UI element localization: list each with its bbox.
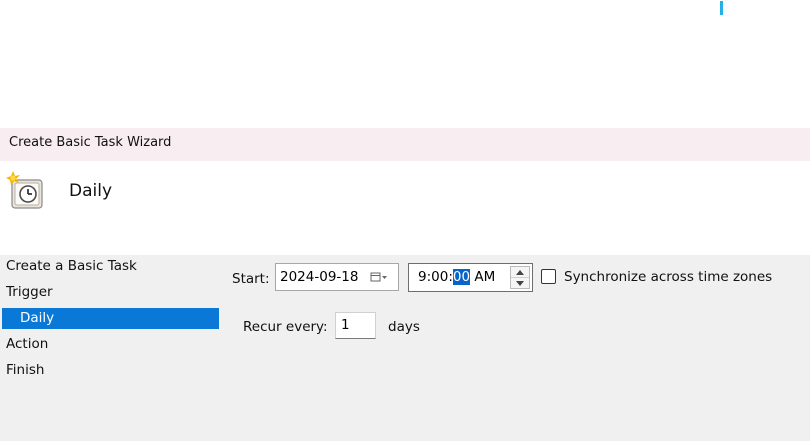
page-title: Daily — [69, 181, 113, 201]
sync-time-zones-label[interactable]: Synchronize across time zones — [564, 269, 772, 285]
nav-item-create-basic-task[interactable]: Create a Basic Task — [6, 258, 137, 274]
time-spin-down-button[interactable] — [511, 278, 529, 288]
start-time-value: 9:00:00 AM — [418, 269, 495, 285]
chevron-up-icon — [516, 269, 524, 275]
recur-unit-label: days — [388, 319, 420, 335]
recur-every-input[interactable]: 1 — [335, 312, 376, 339]
calendar-dropdown-icon[interactable] — [370, 270, 388, 284]
nav-item-daily[interactable]: Daily — [2, 308, 219, 329]
nav-item-action[interactable]: Action — [6, 336, 48, 352]
text-cursor-mark — [720, 1, 723, 15]
start-time-field[interactable]: 9:00:00 AM — [408, 263, 533, 292]
sync-time-zones-checkbox[interactable] — [541, 269, 556, 284]
window-title: Create Basic Task Wizard — [9, 135, 172, 150]
time-spinner[interactable] — [510, 266, 530, 289]
nav-item-finish[interactable]: Finish — [6, 362, 44, 378]
window-titlebar: Create Basic Task Wizard — [0, 128, 810, 161]
start-date-value: 2024-09-18 — [280, 269, 359, 285]
recur-every-label: Recur every: — [243, 319, 328, 335]
scheduled-task-clock-icon — [6, 171, 43, 209]
time-ampm: AM — [470, 269, 496, 285]
recur-every-value: 1 — [341, 317, 350, 333]
wizard-body: Create a Basic Task Trigger Daily Action… — [0, 255, 810, 441]
chevron-down-icon — [516, 280, 524, 286]
nav-item-trigger[interactable]: Trigger — [6, 284, 53, 300]
time-spin-up-button[interactable] — [511, 267, 529, 278]
nav-item-daily-label: Daily — [20, 310, 55, 326]
start-label: Start: — [232, 271, 270, 287]
wizard-header: Daily — [0, 161, 810, 255]
time-hour-minute: 9:00: — [418, 269, 453, 285]
time-seconds-selected[interactable]: 00 — [452, 269, 471, 285]
start-date-picker[interactable]: 2024-09-18 — [275, 263, 399, 291]
